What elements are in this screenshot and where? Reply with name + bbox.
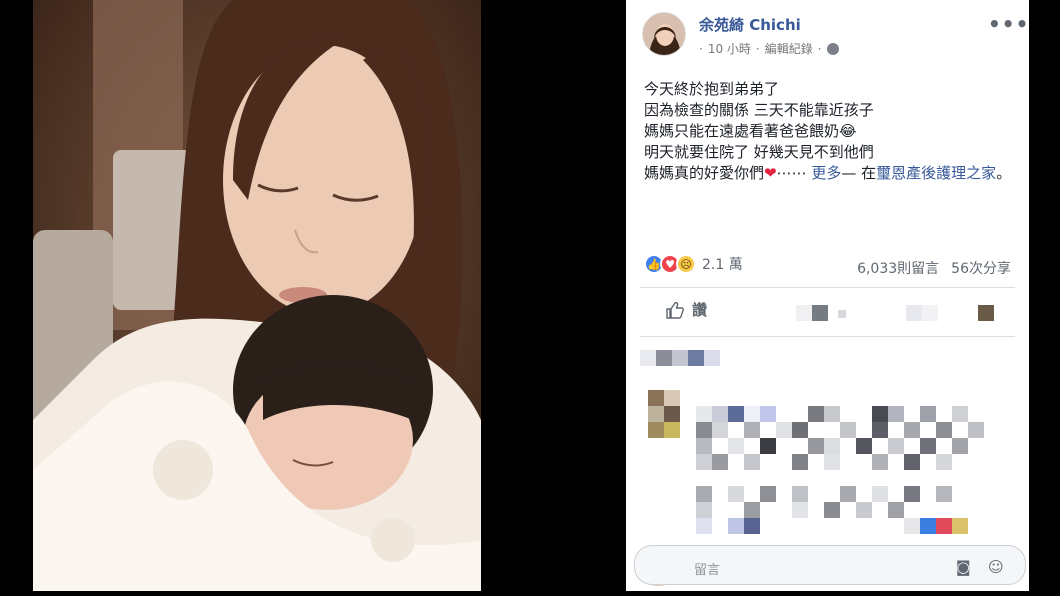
post-panel: 余苑綺 Chichi · 10 小時 · 編輯紀錄 · ••• 今天終於抱到弟弟…	[626, 0, 1029, 591]
divider	[640, 336, 1015, 337]
post-line: 媽媽只能在遠處看著爸爸餵奶😂	[644, 122, 857, 140]
post-line: 今天終於抱到弟弟了	[644, 80, 780, 98]
comment-count[interactable]: 6,033則留言	[857, 258, 939, 278]
globe-icon	[826, 42, 839, 55]
see-more-link[interactable]: 更多	[811, 164, 841, 182]
reaction-summary[interactable]: 👍 ♥ ☹ 2.1 萬	[644, 254, 743, 274]
post-body: 今天終於抱到弟弟了 因為檢查的關係 三天不能靠近孩子 媽媽只能在遠處看著爸爸餵奶…	[644, 79, 1019, 184]
like-button[interactable]: 讚	[666, 299, 707, 320]
separator: ·	[817, 41, 822, 56]
post-stats: 6,033則留言 56次分享	[857, 258, 1011, 278]
sticker-icon[interactable]: ☺	[988, 558, 1004, 576]
author-name[interactable]: 余苑綺 Chichi	[699, 14, 801, 35]
mother-baby-photo	[33, 0, 481, 591]
heart-emoji: ❤	[764, 164, 777, 182]
post-photo[interactable]	[33, 0, 481, 591]
post-line-text: 媽媽真的好愛你們	[644, 164, 765, 182]
divider	[640, 287, 1015, 288]
blurred-comment-text	[696, 390, 1026, 540]
separator: ·	[755, 41, 760, 56]
thumbs-up-icon	[666, 301, 684, 319]
ellipsis: ⋯⋯	[776, 164, 807, 182]
post-time[interactable]: 10 小時	[708, 40, 751, 57]
reaction-count: 2.1 萬	[702, 257, 743, 273]
like-label: 讚	[692, 301, 708, 319]
more-options-icon[interactable]: •••	[988, 12, 1029, 36]
comment-placeholder[interactable]: 留言	[694, 559, 720, 578]
camera-icon[interactable]: ◙	[956, 558, 971, 576]
post-meta: · 10 小時 · 編輯紀錄 ·	[699, 40, 839, 57]
location-prefix: — 在	[841, 164, 877, 182]
post-line: 因為檢查的關係 三天不能靠近孩子	[644, 101, 874, 119]
sad-reaction-icon: ☹	[676, 254, 696, 274]
post-line: 明天就要住院了 好幾天見不到他們	[644, 143, 874, 161]
edit-history-link[interactable]: 編輯紀錄	[765, 40, 813, 57]
post-line-last: 媽媽真的好愛你們❤⋯⋯ 更多— 在璽恩產後護理之家。	[644, 163, 1019, 184]
location-link[interactable]: 璽恩產後護理之家	[876, 164, 996, 182]
share-count[interactable]: 56次分享	[951, 258, 1011, 278]
separator: ·	[699, 41, 703, 56]
author-avatar[interactable]	[642, 12, 686, 56]
end-punct: 。	[996, 164, 1012, 182]
